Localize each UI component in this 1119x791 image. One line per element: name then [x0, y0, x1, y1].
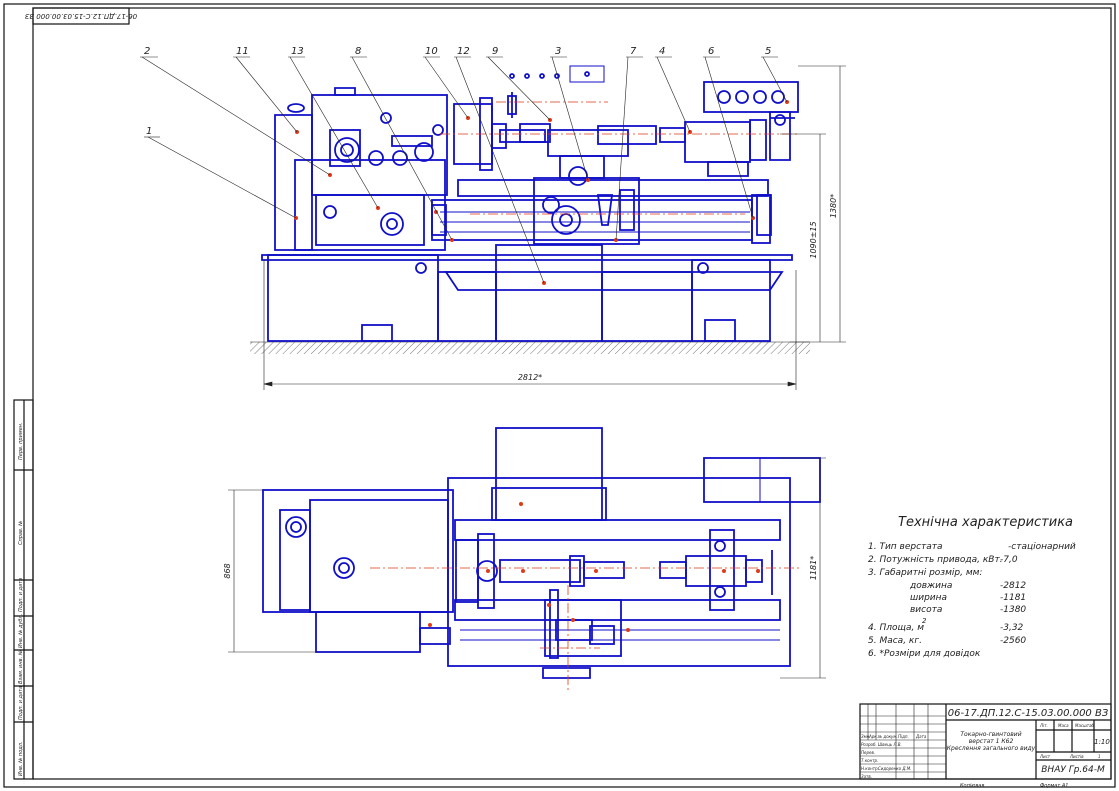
tb-head-doc: № докум.: [877, 734, 898, 739]
callout-4: 4: [659, 46, 665, 57]
tech-row-6-value: -1380: [1000, 605, 1026, 615]
tech-row-4-value: -2812: [1000, 581, 1026, 591]
tb-name-2: верстат 1 К62: [969, 738, 1014, 745]
tb-name-1: Токарно-гвинтовий: [960, 731, 1021, 738]
tech-row-1-label: 1. Тип верстата: [868, 542, 943, 552]
dim-plan-depth: 868: [223, 563, 232, 578]
tb-role-1: Розроб.: [861, 742, 877, 747]
tb-col-mass: Маса: [1058, 723, 1069, 728]
left-sidebar-strip: Перв. примен. Справ. № Подп. и дата Инв.…: [13, 399, 34, 780]
callout-12: 12: [457, 46, 470, 57]
dim-height: 1380*: [829, 194, 838, 218]
tech-row-9-label: 6. *Розміри для довідок: [868, 649, 981, 659]
tb-role-3: Т.контр.: [861, 758, 878, 763]
tech-row-7-value: -3,32: [1000, 623, 1024, 633]
tech-row-6-label: висота: [910, 605, 942, 615]
rotated-code-box: 06-17.ДП.12.С-15.03.00.000 ВЗ: [24, 7, 137, 25]
tb-person-1: Швець Л.В.: [878, 742, 902, 747]
rotated-code: 06-17.ДП.12.С-15.03.00.000 ВЗ: [24, 12, 137, 20]
inner-frame: [32, 7, 1112, 780]
callout-9: 9: [492, 46, 498, 57]
tech-row-8-label: 5. Маса, кг.: [868, 636, 922, 646]
tb-head-date: Дата: [915, 734, 927, 739]
dim-center-height: 1090±15: [809, 221, 818, 258]
plan-view: 868 1181*: [223, 427, 826, 690]
callout-7: 7: [630, 46, 637, 57]
tech-row-5-label: ширина: [910, 593, 947, 603]
tb-sheet: Лист: [1039, 754, 1051, 759]
callout-10: 10: [425, 46, 438, 57]
sidebar-cell-4: Инв. № дубл.: [18, 614, 24, 648]
tech-row-2-label: 2. Потужність привода, кВт.: [868, 555, 1003, 565]
callout-1: 1: [146, 126, 152, 137]
sidebar-cell-2: Справ. №: [18, 521, 24, 545]
tb-role-2: Перев.: [861, 750, 875, 755]
callout-11: 11: [236, 46, 249, 57]
dim-plan-width: 1181*: [809, 556, 818, 580]
tb-person-2: Сидоренко Д.М.: [878, 766, 911, 771]
sidebar-cell-7: Инв. № подл.: [18, 742, 24, 777]
tb-code: 06-17.ДП.12.С-15.03.00.000 ВЗ: [948, 708, 1109, 719]
tb-org: ВНАУ Гр.64-М: [1041, 765, 1105, 775]
callout-8: 8: [355, 46, 361, 57]
tech-row-1-value: -стаціонарний: [1008, 542, 1076, 552]
tb-head-sign: Підп.: [898, 734, 909, 739]
callout-2: 2: [144, 46, 150, 57]
tb-role-5: Затв.: [861, 774, 872, 779]
sidebar-cell-5: Взам. инв. №: [18, 650, 24, 684]
tech-row-2-value: -7,0: [1000, 555, 1018, 565]
floor-hatch: [250, 342, 810, 354]
sidebar-cell-1: Перв. примен.: [18, 422, 24, 460]
tb-bottom-left: Копіював: [960, 783, 984, 789]
tb-sheets-count: 1: [1098, 754, 1101, 759]
tb-role-4: Н.контр.: [861, 766, 879, 771]
callout-5: 5: [765, 46, 771, 57]
tb-head-ark: Арк.: [868, 734, 878, 739]
callout-6: 6: [708, 46, 714, 57]
callout-3: 3: [555, 46, 561, 57]
tb-name-3: Креслення загального виду: [947, 745, 1036, 752]
sidebar-cell-6: Подп. и дата: [18, 686, 24, 720]
tech-row-7-label: 4. Площа, м: [868, 623, 924, 633]
front-view: 2 11 13 8 10 12 9 3 7 4 6 5 1 2812* 1380…: [140, 46, 846, 390]
tech-row-7-sup: 2: [922, 617, 927, 625]
lathe-general-view-drawing: 06-17.ДП.12.С-15.03.00.000 ВЗ Перв. прим…: [3, 3, 1116, 789]
tech-row-4-label: довжина: [909, 581, 952, 591]
outer-frame: [3, 3, 1116, 788]
tech-title: Технічна характеристика: [898, 515, 1073, 530]
title-block: Змн. Арк. № докум. Підп. Дата Розроб. Пе…: [859, 703, 1112, 789]
tb-sheets: Листів: [1069, 754, 1084, 759]
tb-col-lit: Літ.: [1039, 723, 1048, 728]
dim-length: 2812*: [518, 373, 542, 382]
tb-scale: 1:10: [1094, 738, 1110, 746]
callout-13: 13: [291, 46, 304, 57]
tech-row-5-value: -1181: [1000, 593, 1026, 603]
tech-characteristics: Технічна характеристика 1. Тип верстата …: [868, 515, 1076, 659]
tb-bottom-right: Формат А1: [1040, 783, 1068, 789]
tech-row-8-value: -2560: [1000, 636, 1026, 646]
tech-row-3-label: 3. Габаритні розмір, мм:: [868, 568, 982, 578]
tb-col-scale: Масштаб: [1075, 723, 1095, 728]
sidebar-cell-3: Подп. и дата: [18, 578, 24, 612]
